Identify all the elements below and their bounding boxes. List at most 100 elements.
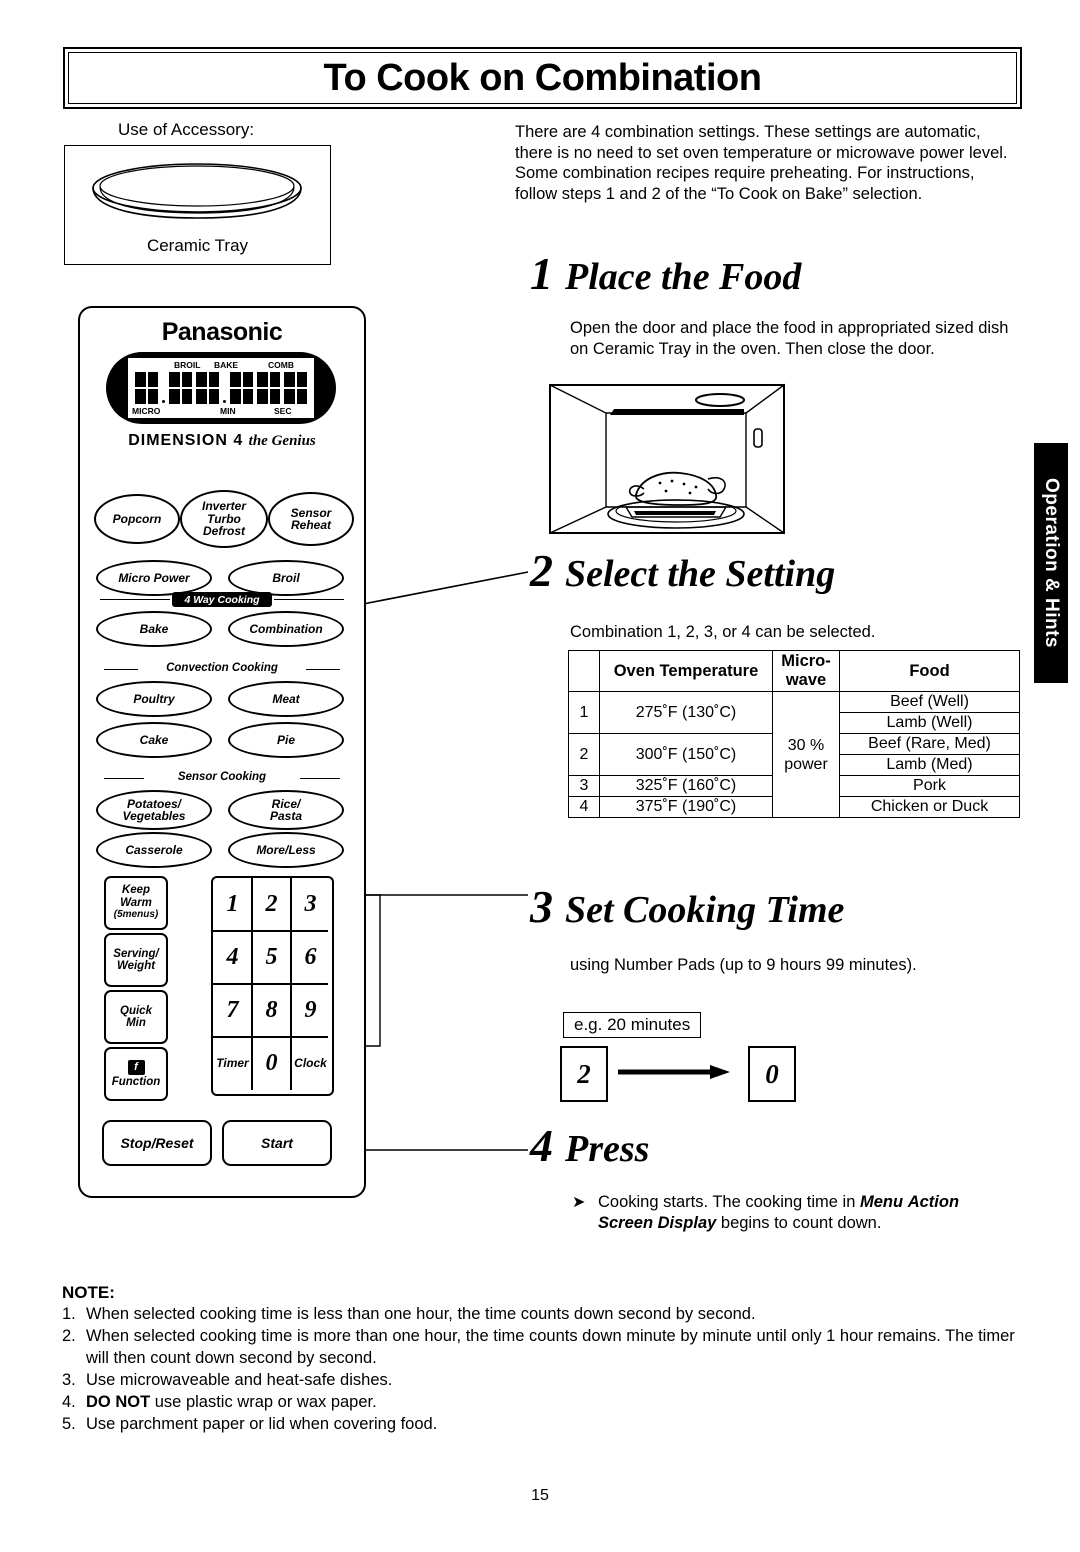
microwave-power-line2: power [784,755,828,773]
button-start-label: Start [261,1135,293,1151]
step-4-heading: 4 Press [530,1123,649,1171]
button-quick-min[interactable]: Quick Min [104,990,168,1044]
button-bake[interactable]: Bake [96,611,212,647]
header-number [568,650,600,692]
numpad-key-5[interactable]: 5 [252,931,291,983]
numpad-key-9[interactable]: 9 [291,984,330,1036]
numpad-key-clock[interactable]: Clock [291,1037,330,1089]
display-digit [284,372,307,404]
button-stop-reset-label: Stop/Reset [120,1135,194,1151]
group-label-four-way-cooking: 4 Way Cooking [172,592,272,607]
button-combination-label: Combination [249,621,323,636]
header-microwave-line2: wave [785,671,827,689]
display-label-sec: SEC [274,406,292,416]
button-meat-label: Meat [272,691,300,706]
section-tab-operation-hints: Operation & Hints [1034,443,1068,683]
step-3-text: using Number Pads (up to 9 hours 99 minu… [570,956,917,974]
display-label-micro: MICRO [132,406,161,416]
button-meat[interactable]: Meat [228,681,344,717]
number-pad: 1 2 3 4 5 6 7 8 9 Timer 0 Clock [211,876,334,1096]
button-inverter-turbo-defrost[interactable]: Inverter Turbo Defrost [180,490,268,548]
step-1-text: Open the door and place the food in appr… [570,319,1009,358]
row-3-number: 3 [568,775,600,797]
display-digit [230,372,253,404]
button-casserole[interactable]: Casserole [96,832,212,868]
numpad-key-7[interactable]: 7 [213,984,252,1036]
button-serving-weight-line2: Weight [116,960,156,972]
numpad-key-6[interactable]: 6 [291,931,330,983]
button-combination[interactable]: Combination [228,611,344,647]
group-label-convection-cooking-text: Convection Cooking [166,662,278,674]
group-label-sensor-cooking: Sensor Cooking [80,771,364,783]
note-list: 1. When selected cooking time is less th… [62,1303,1022,1435]
header-food: Food [839,650,1020,692]
button-cake-label: Cake [139,732,169,747]
button-micro-power[interactable]: Micro Power [96,560,212,596]
button-cake[interactable]: Cake [96,722,212,758]
note-item: 1. When selected cooking time is less th… [62,1303,1022,1325]
note-item-bold: DO NOT [86,1393,151,1411]
button-function-label: Function [111,1075,161,1088]
step-2-heading: 2 Select the Setting [530,548,835,596]
note-heading: NOTE: [62,1283,115,1302]
oven-interior-illustration [549,383,785,535]
button-popcorn[interactable]: Popcorn [94,494,180,544]
press-note-text: Cooking starts. The cooking time in Menu… [598,1192,1018,1233]
button-rice-pasta[interactable]: Rice/ Pasta [228,790,344,830]
note-item: 4. DO NOT use plastic wrap or wax paper. [62,1391,1022,1413]
button-keep-warm[interactable]: Keep Warm (5menus) [104,876,168,930]
numpad-key-1[interactable]: 1 [213,878,252,930]
note-item-number: 3. [62,1371,76,1389]
note-item-number: 5. [62,1415,76,1433]
step-1-label: Place the Food [565,256,802,298]
header-microwave: Micro- wave [772,650,840,692]
numpad-key-4[interactable]: 4 [213,931,252,983]
button-function[interactable]: f Function [104,1047,168,1101]
button-pie[interactable]: Pie [228,722,344,758]
accessory-box: Ceramic Tray [64,145,331,265]
button-more-less[interactable]: More/Less [228,832,344,868]
example-key-0: 0 [748,1046,796,1102]
display-label-min: MIN [220,406,236,416]
group-label-convection-cooking: Convection Cooking [80,662,364,674]
row-4-food: Chicken or Duck [839,796,1020,818]
display-dot [162,400,165,403]
accessory-caption: Ceramic Tray [146,236,249,255]
numpad-key-3[interactable]: 3 [291,878,330,930]
numpad-key-timer[interactable]: Timer [213,1037,252,1089]
brand-logo: Panasonic [161,318,283,346]
intro-paragraph: There are 4 combination settings. These … [515,123,1008,203]
button-potatoes-vegetables[interactable]: Potatoes/ Vegetables [96,790,212,830]
button-casserole-label: Casserole [125,842,183,857]
numpad-key-2[interactable]: 2 [252,878,291,930]
button-serving-weight[interactable]: Serving/ Weight [104,933,168,987]
button-start[interactable]: Start [222,1120,332,1166]
numpad-key-8[interactable]: 8 [252,984,291,1036]
button-broil[interactable]: Broil [228,560,344,596]
microwave-power-cell: 30 % power [772,691,840,818]
button-poultry[interactable]: Poultry [96,681,212,717]
control-panel: Panasonic BROIL BAKE COMB MICRO MIN SEC … [78,306,366,1198]
button-quick-min-line2: Min [126,1017,146,1029]
button-stop-reset[interactable]: Stop/Reset [102,1120,212,1166]
button-sensor-reheat-label: Sensor Reheat [290,505,332,532]
display-digit [196,372,219,404]
model-name: DIMENSION 4 the Genius [80,432,364,450]
button-popcorn-label: Popcorn [112,511,162,526]
button-sensor-reheat[interactable]: Sensor Reheat [268,492,354,546]
row-1-number: 1 [568,691,600,734]
note-item-text: Use parchment paper or lid when covering… [86,1415,438,1433]
note-item-number: 2. [62,1327,76,1345]
menu-action-screen-display: BROIL BAKE COMB MICRO MIN SEC [128,358,314,418]
row-4-number: 4 [568,796,600,818]
genius-logo: the Genius [248,433,316,449]
row-1-food-b: Lamb (Well) [839,712,1020,734]
note-item: 5. Use parchment paper or lid when cover… [62,1413,1022,1435]
numpad-key-0[interactable]: 0 [252,1037,291,1089]
press-note-emphasis1: Menu [860,1193,904,1211]
button-keep-warm-line1: Keep [121,884,151,897]
row-2-temp: 300˚F (150˚C) [599,733,773,776]
row-3-temp: 325˚F (160˚C) [599,775,773,797]
display-digit [169,372,192,404]
function-icon: f [127,1059,145,1075]
